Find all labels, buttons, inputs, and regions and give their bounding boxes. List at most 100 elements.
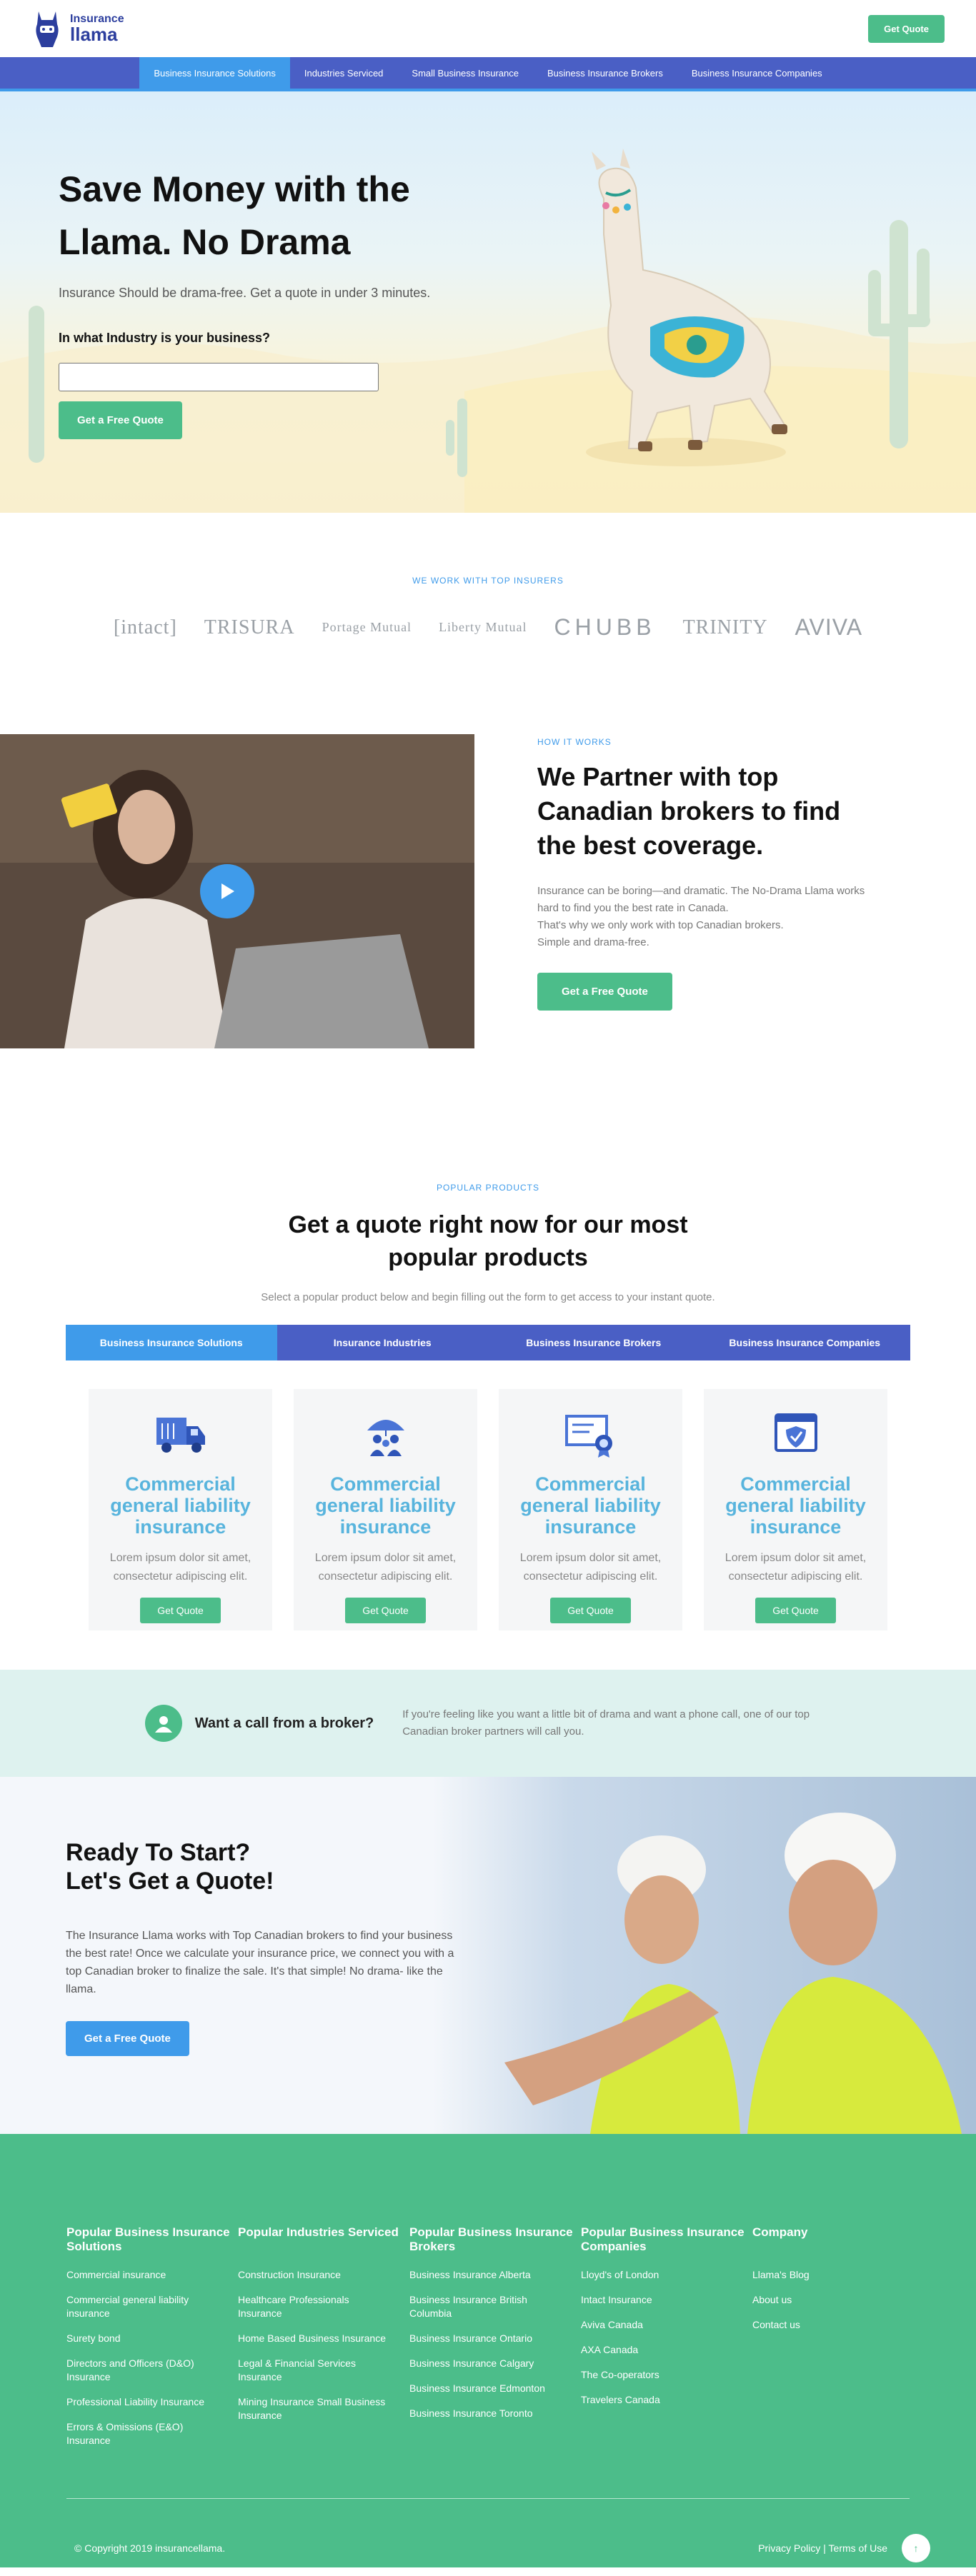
nav-item-business-insurance-brokers[interactable]: Business Insurance Brokers [533, 57, 677, 89]
construction-workers-image [433, 1777, 976, 2134]
footer-link[interactable]: Surety bond [66, 2332, 224, 2345]
footer-link[interactable]: About us [752, 2293, 910, 2307]
footer-heading: Popular Business Insurance Solutions [66, 2225, 230, 2253]
site-footer: Popular Business Insurance Solutions Com… [0, 2134, 976, 2567]
how-eyebrow: HOW IT WORKS [537, 737, 612, 747]
footer-link[interactable]: Travelers Canada [581, 2393, 738, 2407]
copyright: © Copyright 2019 insurancellama. [74, 2542, 226, 2554]
footer-link[interactable]: Business Insurance Calgary [409, 2357, 567, 2370]
footer-divider [66, 2498, 910, 2499]
arrow-up-icon: ↑ [913, 2542, 919, 2554]
footer-link[interactable]: The Co-operators [581, 2368, 738, 2382]
hero-get-free-quote-button[interactable]: Get a Free Quote [59, 401, 182, 439]
main-nav: Business Insurance Solutions Industries … [0, 57, 976, 91]
play-button[interactable] [200, 864, 254, 918]
broker-call-text: If you're feeling like you want a little… [402, 1708, 810, 1738]
footer-heading: Popular Business Insurance Brokers [409, 2225, 573, 2253]
hero-section: Save Money with the Llama. No Drama Insu… [0, 91, 976, 513]
products-subtitle: Select a popular product below and begin… [261, 1291, 715, 1303]
footer-link[interactable]: AXA Canada [581, 2343, 738, 2357]
product-get-quote-button[interactable]: Get Quote [140, 1598, 221, 1623]
footer-heading: Popular Industries Serviced [238, 2225, 399, 2239]
aviva-logo: AVIVA [795, 614, 863, 640]
logo[interactable]: Insurance llama [31, 9, 124, 49]
tab-business-insurance-brokers[interactable]: Business Insurance Brokers [488, 1325, 699, 1360]
nav-item-business-insurance-companies[interactable]: Business Insurance Companies [677, 57, 837, 89]
product-card-title: Commercial general liability insurance [110, 1473, 251, 1538]
footer-link[interactable]: Commercial insurance [66, 2268, 224, 2282]
intro-video[interactable] [0, 734, 474, 1048]
how-get-free-quote-button[interactable]: Get a Free Quote [537, 973, 672, 1011]
product-card-text: Lorem ipsum dolor sit amet, consectetur … [314, 1552, 457, 1583]
product-card-text: Lorem ipsum dolor sit amet, consectetur … [109, 1552, 252, 1583]
footer-link[interactable]: Legal & Financial Services Insurance [238, 2357, 395, 2384]
privacy-policy-link[interactable]: Privacy Policy [758, 2542, 820, 2554]
llama-logo-icon [36, 11, 59, 47]
footer-link[interactable]: Healthcare Professionals Insurance [238, 2293, 395, 2320]
site-header: Insurance llama Get Quote [0, 0, 976, 57]
insurers-eyebrow: WE WORK WITH TOP INSURERS [412, 576, 564, 586]
footer-link[interactable]: Commercial general liability insurance [66, 2293, 224, 2320]
insurer-logos: [intact] TRISURA Portage Mutual Liberty … [0, 614, 976, 641]
intact-logo: [intact] [113, 616, 177, 638]
umbrella-family-icon [367, 1420, 404, 1456]
ready-text: The Insurance Llama works with Top Canad… [66, 1930, 454, 1995]
broker-call-section: Want a call from a broker? If you're fee… [0, 1670, 976, 1777]
tab-business-insurance-solutions[interactable]: Business Insurance Solutions [66, 1325, 277, 1360]
industry-input[interactable] [59, 363, 379, 391]
product-card: Commercial general liability insurance L… [294, 1389, 477, 1630]
footer-link[interactable]: Intact Insurance [581, 2293, 738, 2307]
hero-title: Save Money with the Llama. No Drama [59, 169, 410, 262]
hero-subtitle: Insurance Should be drama-free. Get a qu… [59, 286, 431, 300]
product-card: Commercial general liability insurance L… [89, 1389, 272, 1630]
footer-link[interactable]: Business Insurance Ontario [409, 2332, 567, 2345]
product-get-quote-button[interactable]: Get Quote [755, 1598, 836, 1623]
how-body-line-1: Insurance can be boring—and dramatic. Th… [537, 885, 865, 914]
product-get-quote-button[interactable]: Get Quote [550, 1598, 631, 1623]
back-to-top-button[interactable]: ↑ [902, 2534, 930, 2562]
product-card-title: Commercial general liability insurance [725, 1473, 866, 1538]
footer-link[interactable]: Llama's Blog [752, 2268, 910, 2282]
how-body-line-2: That's why we only work with top Canadia… [537, 919, 784, 931]
nav-item-business-insurance-solutions[interactable]: Business Insurance Solutions [139, 57, 290, 89]
tab-business-insurance-companies[interactable]: Business Insurance Companies [699, 1325, 911, 1360]
footer-heading: Popular Business Insurance Companies [581, 2225, 745, 2253]
ready-get-free-quote-button[interactable]: Get a Free Quote [66, 2021, 189, 2056]
footer-link[interactable]: Directors and Officers (D&O) Insurance [66, 2357, 224, 2384]
product-card-title: Commercial general liability insurance [315, 1473, 456, 1538]
footer-link[interactable]: Errors & Omissions (E&O) Insurance [66, 2420, 224, 2447]
broker-call-cta[interactable]: Want a call from a broker? [144, 1705, 374, 1742]
ready-title: Ready To Start? Let's Get a Quote! [66, 1839, 274, 1895]
product-get-quote-button[interactable]: Get Quote [345, 1598, 426, 1623]
footer-link[interactable]: Business Insurance Toronto [409, 2407, 567, 2420]
how-body-line-3: Simple and drama-free. [537, 936, 649, 948]
nav-item-small-business-insurance[interactable]: Small Business Insurance [397, 57, 533, 89]
shield-window-icon [774, 1413, 817, 1452]
footer-link[interactable]: Contact us [752, 2318, 910, 2332]
footer-link[interactable]: Lloyd's of London [581, 2268, 738, 2282]
footer-link[interactable]: Construction Insurance [238, 2268, 395, 2282]
footer-separator: | [823, 2542, 826, 2554]
footer-column-industries: Popular Industries Serviced Construction… [238, 2225, 409, 2459]
product-card: Commercial general liability insurance L… [704, 1389, 887, 1630]
tab-insurance-industries[interactable]: Insurance Industries [277, 1325, 489, 1360]
header-get-quote-button[interactable]: Get Quote [868, 14, 945, 43]
product-card-text: Lorem ipsum dolor sit amet, consectetur … [519, 1552, 662, 1583]
footer-link[interactable]: Professional Liability Insurance [66, 2395, 224, 2409]
how-title: We Partner with top Canadian brokers to … [537, 762, 841, 860]
footer-link[interactable]: Business Insurance Alberta [409, 2268, 567, 2282]
footer-link[interactable]: Mining Insurance Small Business Insuranc… [238, 2395, 395, 2422]
footer-link[interactable]: Aviva Canada [581, 2318, 738, 2332]
hero-content: Save Money with the Llama. No Drama Insu… [59, 163, 502, 439]
liberty-mutual-logo: Liberty Mutual [439, 620, 527, 634]
terms-of-use-link[interactable]: Terms of Use [829, 2542, 887, 2554]
trisura-logo: TRISURA [204, 616, 295, 638]
footer-link[interactable]: Business Insurance British Columbia [409, 2293, 567, 2320]
ready-to-start-section: Ready To Start? Let's Get a Quote! The I… [0, 1777, 976, 2134]
footer-column-company: Company Llama's Blog About us Contact us [752, 2225, 895, 2459]
nav-item-industries-serviced[interactable]: Industries Serviced [290, 57, 398, 89]
product-cards: Commercial general liability insurance L… [0, 1389, 976, 1630]
product-card-title: Commercial general liability insurance [520, 1473, 661, 1538]
footer-link[interactable]: Home Based Business Insurance [238, 2332, 395, 2345]
footer-link[interactable]: Business Insurance Edmonton [409, 2382, 567, 2395]
